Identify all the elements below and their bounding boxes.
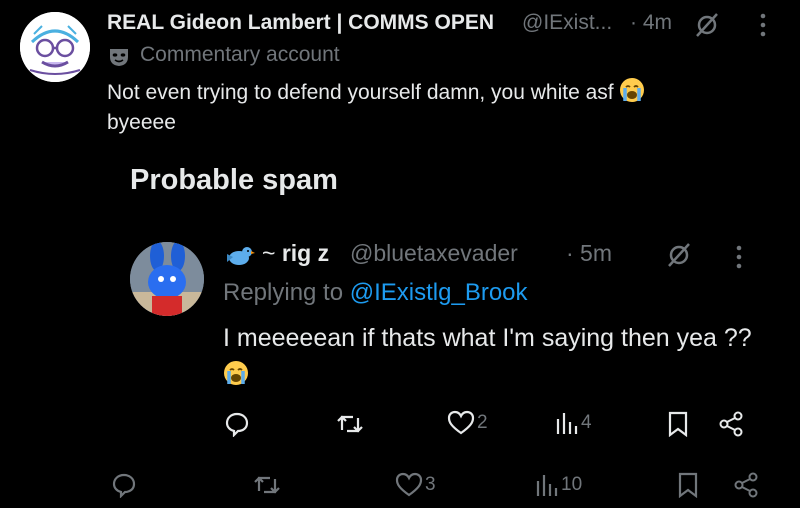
- tweet-text-line1: Not even trying to defend yourself damn,…: [107, 81, 614, 104]
- reply-author-name[interactable]: rig z: [282, 240, 329, 266]
- share-button[interactable]: [718, 411, 744, 437]
- replying-to: Replying to @IExistlg_Brook: [223, 279, 528, 307]
- crying-emoji: [619, 77, 645, 103]
- share-icon: [719, 411, 743, 437]
- heart-icon: [395, 472, 423, 497]
- reply-author-display-name[interactable]: ~ rig z: [262, 240, 329, 267]
- crying-emoji: [223, 360, 249, 386]
- reply-text: I meeeeean if thats what I'm saying then…: [223, 320, 783, 392]
- bookmark-icon: [668, 411, 688, 437]
- heart-icon: [447, 410, 475, 435]
- share-button[interactable]: [733, 472, 759, 498]
- reply-text-body: I meeeeean if thats what I'm saying then…: [223, 324, 752, 352]
- views-count: 10: [561, 474, 583, 495]
- probable-spam-heading: Probable spam: [130, 164, 338, 196]
- views-button[interactable]: 10: [535, 472, 582, 498]
- views-icon: [556, 413, 578, 434]
- retweet-button[interactable]: [335, 411, 365, 437]
- views-icon: [536, 475, 558, 496]
- bookmark-button[interactable]: [667, 411, 689, 437]
- reply-author-prefix: ~: [262, 240, 282, 266]
- author-avatar[interactable]: [20, 12, 90, 82]
- reply-timestamp[interactable]: · 5m: [566, 240, 612, 267]
- author-handle[interactable]: @IExist...: [522, 11, 612, 35]
- reply-author-handle[interactable]: @bluetaxevader: [350, 240, 518, 267]
- like-count: 3: [425, 474, 436, 495]
- retweet-button[interactable]: [252, 472, 282, 498]
- tweet-text-line2: byeeee: [107, 111, 176, 134]
- reply-icon: [225, 412, 249, 437]
- reply-button[interactable]: [110, 472, 138, 498]
- retweet-icon: [337, 415, 363, 433]
- replying-to-prefix: Replying to: [223, 279, 350, 306]
- reply-author-avatar[interactable]: [130, 242, 204, 316]
- share-icon: [734, 472, 758, 498]
- more-icon[interactable]: [757, 10, 769, 45]
- bird-icon: [223, 242, 255, 275]
- grok-icon[interactable]: [692, 10, 722, 45]
- retweet-icon: [254, 476, 280, 494]
- like-button[interactable]: 2: [447, 410, 488, 436]
- mask-icon: [108, 46, 130, 73]
- views-count: 4: [581, 412, 592, 433]
- tweet-text: Not even trying to defend yourself damn,…: [107, 77, 747, 138]
- like-count: 2: [477, 412, 488, 433]
- reply-icon: [112, 473, 136, 498]
- bookmark-button[interactable]: [677, 472, 699, 498]
- views-button[interactable]: 4: [555, 410, 592, 436]
- reply-button[interactable]: [224, 411, 250, 437]
- more-icon[interactable]: [733, 242, 745, 277]
- grok-icon[interactable]: [664, 240, 694, 275]
- tweet-timestamp[interactable]: · 4m: [630, 11, 672, 35]
- author-display-name[interactable]: REAL Gideon Lambert | COMMS OPEN: [107, 11, 494, 35]
- like-button[interactable]: 3: [395, 472, 436, 498]
- bookmark-icon: [678, 472, 698, 498]
- replying-to-handle-link[interactable]: @IExistlg_Brook: [350, 279, 528, 306]
- account-label: Commentary account: [140, 43, 340, 66]
